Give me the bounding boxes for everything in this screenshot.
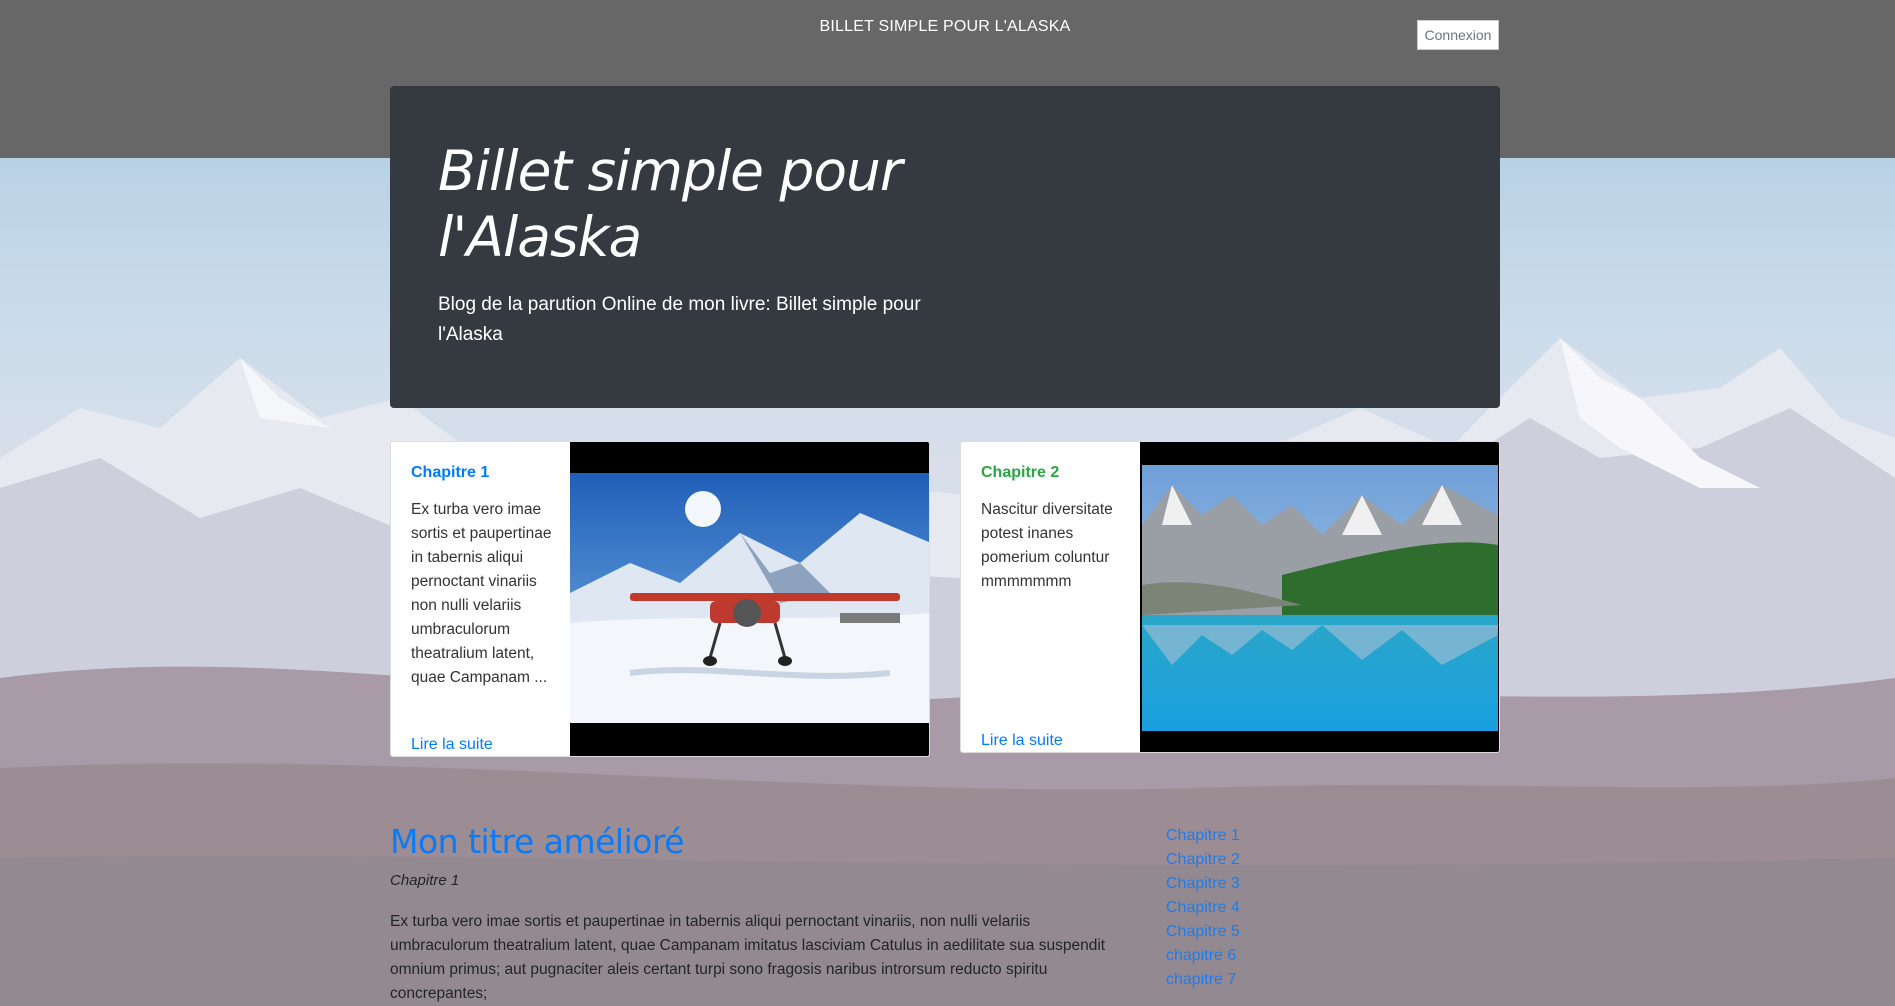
card-title: Chapitre 1 (411, 464, 490, 481)
post-body: Ex turba vero imae sortis et paupertinae… (390, 913, 1106, 1002)
jumbotron-subtitle: Blog de la parution Online de mon livre:… (438, 294, 921, 345)
chapter-nav-item: Chapitre 3 (1166, 872, 1240, 896)
chapter-link[interactable]: chapitre 7 (1166, 971, 1236, 988)
chapter-nav-item: Chapitre 4 (1166, 896, 1240, 920)
site-title[interactable]: BILLET SIMPLE POUR L'ALASKA (0, 18, 1890, 36)
chapter-nav: Chapitre 1 Chapitre 2 Chapitre 3 Chapitr… (1166, 824, 1240, 992)
chapter-link[interactable]: chapitre 6 (1166, 947, 1236, 964)
chapter-link[interactable]: Chapitre 4 (1166, 899, 1240, 916)
post-title[interactable]: Mon titre amélioré (390, 822, 685, 861)
chapter-nav-item: Chapitre 2 (1166, 848, 1240, 872)
chapter-link[interactable]: Chapitre 2 (1166, 851, 1240, 868)
card-body: Chapitre 1 Ex turba vero imae sortis et … (411, 464, 557, 753)
chapter-link[interactable]: Chapitre 5 (1166, 923, 1240, 940)
card-title: Chapitre 2 (981, 464, 1060, 481)
chapter-nav-item: chapitre 7 (1166, 968, 1240, 992)
chapter-nav-item: chapitre 6 (1166, 944, 1240, 968)
card-image-lake (1140, 442, 1499, 752)
chapter-link[interactable]: Chapitre 1 (1166, 827, 1240, 844)
read-more-link[interactable]: Lire la suite (981, 732, 1063, 750)
jumbotron-title: Billet simple pour l'Alaska (438, 139, 903, 269)
card-excerpt: Nascitur diversitate potest inanes pomer… (981, 501, 1113, 590)
post-chapter-label: Chapitre 1 (390, 872, 460, 889)
chapter-card-2: Chapitre 2 Nascitur diversitate potest i… (960, 441, 1500, 753)
login-button[interactable]: Connexion (1417, 20, 1499, 50)
chapter-nav-item: Chapitre 5 (1166, 920, 1240, 944)
chapter-card-1: Chapitre 1 Ex turba vero imae sortis et … (390, 441, 930, 757)
card-body: Chapitre 2 Nascitur diversitate potest i… (981, 464, 1127, 749)
read-more-link[interactable]: Lire la suite (411, 736, 493, 754)
card-excerpt: Ex turba vero imae sortis et paupertinae… (411, 501, 552, 686)
chapter-nav-item: Chapitre 1 (1166, 824, 1240, 848)
jumbotron: Billet simple pour l'Alaska Blog de la p… (390, 86, 1500, 408)
card-image-plane (570, 442, 929, 756)
chapter-link[interactable]: Chapitre 3 (1166, 875, 1240, 892)
